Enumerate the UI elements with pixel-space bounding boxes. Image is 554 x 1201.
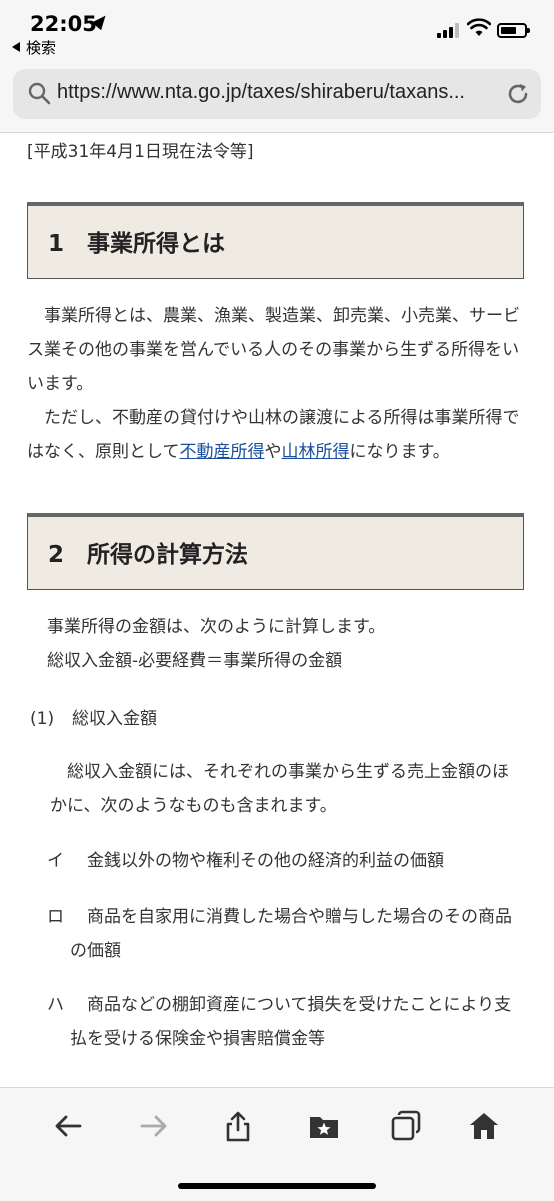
- section1-para1: 事業所得とは、農業、漁業、製造業、卸売業、小売業、サービス業その他の事業を営んで…: [27, 306, 520, 394]
- share-icon[interactable]: [222, 1110, 254, 1142]
- item-marker: イ: [47, 851, 64, 871]
- date-note: [平成31年4月1日現在法令等]: [27, 142, 254, 162]
- back-arrow-icon[interactable]: [52, 1110, 84, 1142]
- section1-heading-box: 1 事業所得とは: [27, 202, 524, 279]
- item-marker: ロ: [47, 907, 64, 927]
- item-text: 商品を自家用に消費した場合や贈与した場合のその商品の価額: [70, 907, 512, 961]
- sub1-number: (1): [30, 709, 55, 729]
- section2-heading-box: 2 所得の計算方法: [27, 513, 524, 590]
- section1-para2: ただし、不動産の貸付けや山林の譲渡による所得は事業所得ではなく、原則として不動産…: [27, 401, 527, 469]
- back-triangle-icon: [12, 42, 20, 52]
- address-bar[interactable]: https://www.nta.go.jp/taxes/shiraberu/ta…: [13, 69, 541, 119]
- section2-intro-line2: 総収入金額-必要経費＝事業所得の金額: [47, 651, 343, 671]
- tabs-icon[interactable]: [390, 1110, 422, 1142]
- para2-after: になります。: [349, 442, 450, 462]
- item-text: 商品などの棚卸資産について損失を受けたことにより支払を受ける保険金や損害賠償金等: [70, 995, 512, 1049]
- cellular-signal-icon: [437, 22, 461, 38]
- home-indicator[interactable]: [178, 1183, 376, 1189]
- wifi-icon: [467, 18, 491, 36]
- browser-address-area: https://www.nta.go.jp/taxes/shiraberu/ta…: [0, 62, 554, 133]
- para2-middle: や: [264, 442, 282, 462]
- page-content: [平成31年4月1日現在法令等] 1 事業所得とは 事業所得とは、農業、漁業、製…: [0, 132, 554, 1087]
- section2-intro-line1: 事業所得の金額は、次のように計算します。: [47, 617, 386, 637]
- sub1-title: 総収入金額: [72, 709, 157, 729]
- forest-income-link[interactable]: 山林所得: [282, 442, 350, 462]
- back-to-app-link[interactable]: 検索: [12, 37, 56, 58]
- section1-heading: 1 事業所得とは: [48, 231, 226, 257]
- section2-heading: 2 所得の計算方法: [48, 542, 249, 568]
- search-icon: [28, 82, 51, 105]
- back-app-label: 検索: [26, 39, 57, 57]
- home-icon[interactable]: [468, 1110, 500, 1142]
- reload-icon[interactable]: [505, 81, 531, 107]
- battery-icon: [497, 23, 530, 38]
- status-bar: 22:05 検索: [0, 0, 554, 62]
- url-text[interactable]: https://www.nta.go.jp/taxes/shiraberu/ta…: [57, 81, 495, 104]
- forward-arrow-icon[interactable]: [138, 1110, 170, 1142]
- bookmarks-icon[interactable]: [308, 1110, 340, 1142]
- item-marker: ハ: [47, 995, 64, 1015]
- real-estate-income-link[interactable]: 不動産所得: [180, 442, 265, 462]
- sub1-paragraph: 総収入金額には、それぞれの事業から生ずる売上金額のほかに、次のようなものも含まれ…: [50, 762, 509, 816]
- item-text: 金銭以外の物や権利その他の経済的利益の価額: [87, 851, 444, 871]
- status-time: 22:05: [30, 12, 97, 36]
